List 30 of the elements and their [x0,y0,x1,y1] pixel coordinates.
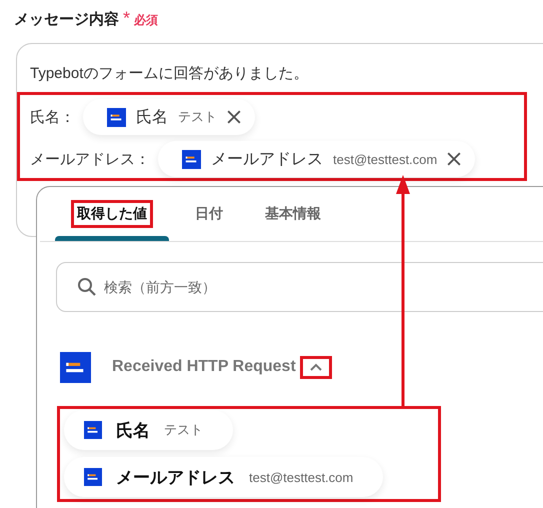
required-mark: * [123,8,130,29]
variable-value: test@testtest.com [249,470,354,484]
search-field[interactable]: 検索（前方一致） [56,262,543,312]
field-label: メッセージ内容 [14,10,119,29]
variable-name: 氏名 [136,108,168,128]
variable-value: test@testtest.com [333,152,438,166]
source-title: Received HTTP Request [112,358,296,376]
close-icon[interactable] [227,110,241,124]
variable-name: メールアドレス [116,466,235,488]
app-icon [84,421,102,439]
variable-chip[interactable]: メールアドレス test@testtest.com [64,457,384,497]
app-icon [84,468,102,486]
chevron-up-icon [308,362,323,372]
app-icon [107,108,126,126]
variable-chip[interactable]: 氏名 テスト [64,410,233,450]
variable-value: テスト [164,421,203,439]
close-icon[interactable] [447,152,462,166]
search-icon [77,277,97,297]
app-icon [60,352,91,382]
variable-value: テスト [178,108,217,126]
variable-name: 氏名 [116,420,150,442]
row-label: 氏名： [30,108,75,126]
app-icon [182,150,201,168]
variable-chip[interactable]: メールアドレス test@testtest.com [158,141,476,177]
highlighted-collapse-button[interactable] [300,356,332,378]
message-text: Typebotのフォームに回答がありました。 [30,64,310,84]
variable-chip[interactable]: 氏名 テスト [83,99,255,135]
required-label: 必須 [134,12,158,29]
variable-name: メールアドレス [211,150,323,170]
row-label: メールアドレス： [30,150,150,168]
